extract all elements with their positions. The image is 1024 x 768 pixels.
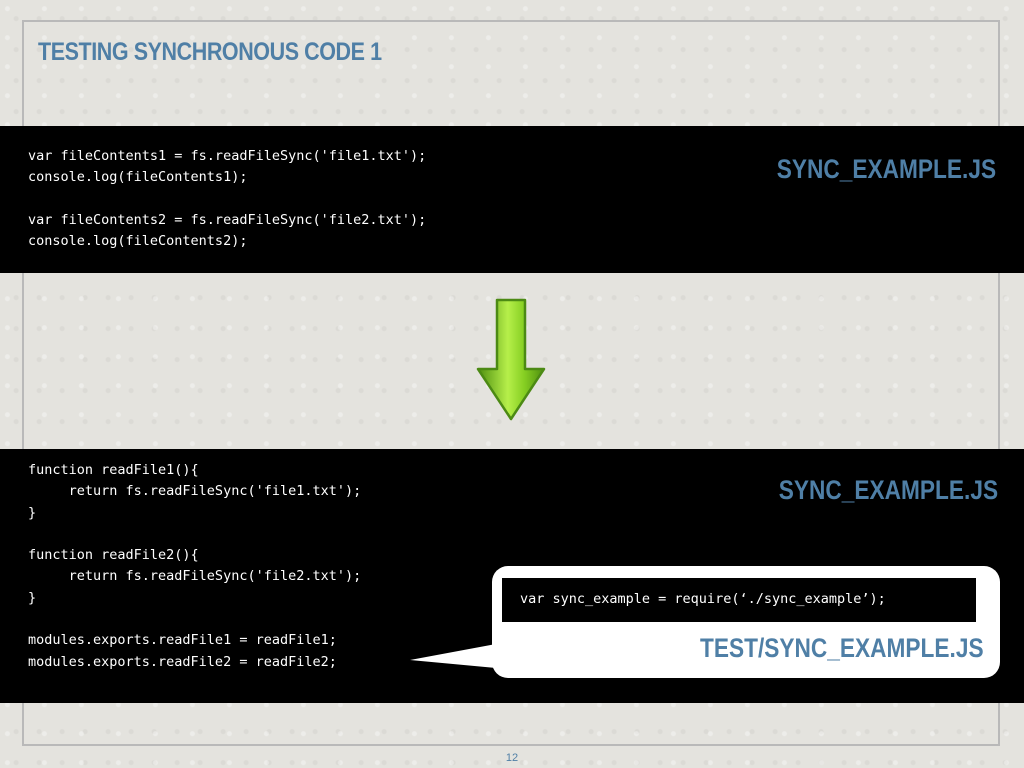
slide-title: TESTING SYNCHRONOUS CODE 1 [38,38,382,66]
callout-code-panel: var sync_example = require(‘./sync_examp… [502,578,976,622]
top-code-block: var fileContents1 = fs.readFileSync('fil… [28,148,427,250]
down-arrow-icon [476,298,546,421]
callout-file-label: TEST/SYNC_EXAMPLE.JS [700,633,984,663]
bottom-file-label: SYNC_EXAMPLE.JS [778,475,998,505]
callout-box: var sync_example = require(‘./sync_examp… [492,566,1000,678]
bottom-code-block: function readFile1(){ return fs.readFile… [28,462,362,670]
top-file-label: SYNC_EXAMPLE.JS [776,154,996,184]
callout-code-line: var sync_example = require(‘./sync_examp… [520,591,886,607]
page-number: 12 [505,752,519,764]
top-code-panel: var fileContents1 = fs.readFileSync('fil… [0,126,1024,273]
